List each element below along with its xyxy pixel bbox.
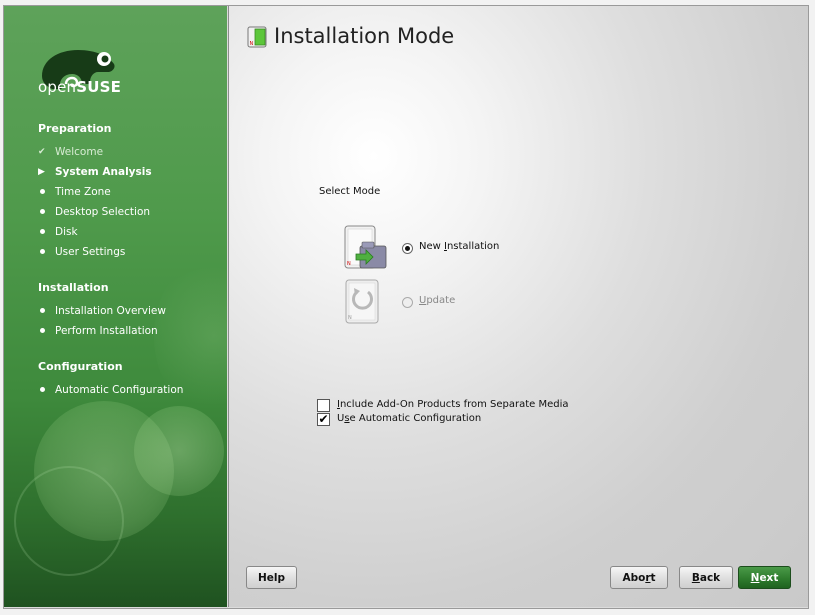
step-disk: Disk	[38, 226, 78, 238]
next-button[interactable]: Next	[738, 566, 791, 589]
main-panel: N Installation Mode Select Mode N New In…	[228, 6, 808, 607]
section-configuration: Configuration	[38, 360, 123, 373]
section-preparation: Preparation	[38, 122, 112, 135]
sidebar-decoration	[134, 406, 224, 496]
sidebar-decoration	[14, 466, 124, 576]
sidebar: openSUSE Preparation ✔ Welcome ▶ System …	[4, 6, 227, 607]
svg-text:N: N	[348, 315, 352, 321]
bullet-icon	[40, 189, 45, 194]
new-installation-label[interactable]: New Installation	[419, 241, 499, 252]
bullet-icon	[40, 229, 45, 234]
step-desktop-selection: Desktop Selection	[38, 206, 150, 218]
checkmark-icon: ✔	[38, 147, 46, 157]
auto-config-label[interactable]: Use Automatic Configuration	[337, 413, 481, 424]
step-time-zone: Time Zone	[38, 186, 111, 198]
bullet-icon	[40, 209, 45, 214]
update-icon: N	[345, 279, 379, 324]
update-label[interactable]: Update	[419, 295, 455, 306]
section-installation: Installation	[38, 281, 109, 294]
step-installation-overview: Installation Overview	[38, 305, 166, 317]
addon-products-label[interactable]: Include Add-On Products from Separate Me…	[337, 399, 569, 410]
bullet-icon	[40, 328, 45, 333]
arrow-right-icon: ▶	[38, 167, 45, 177]
step-perform-installation: Perform Installation	[38, 325, 158, 337]
update-radio[interactable]	[402, 297, 413, 308]
opensuse-logo-text: openSUSE	[38, 78, 122, 96]
bullet-icon	[40, 308, 45, 313]
step-automatic-configuration: Automatic Configuration	[38, 384, 183, 396]
svg-text:N: N	[250, 41, 254, 47]
new-installation-radio[interactable]	[402, 243, 413, 254]
bullet-icon	[40, 249, 45, 254]
bullet-icon	[40, 387, 45, 392]
select-mode-label: Select Mode	[319, 186, 381, 197]
addon-products-checkbox[interactable]	[317, 399, 330, 412]
svg-text:N: N	[347, 261, 351, 267]
step-system-analysis: ▶ System Analysis	[38, 166, 152, 178]
step-welcome: ✔ Welcome	[38, 146, 104, 158]
step-user-settings: User Settings	[38, 246, 125, 258]
installation-mode-icon: N	[247, 26, 267, 48]
auto-config-checkbox[interactable]: ✔	[317, 413, 330, 426]
new-installation-icon: N	[344, 225, 387, 269]
abort-button[interactable]: Abo r t	[610, 566, 668, 589]
page-title: Installation Mode	[274, 24, 455, 48]
back-button[interactable]: Back	[679, 566, 733, 589]
help-button[interactable]: Help	[246, 566, 297, 589]
